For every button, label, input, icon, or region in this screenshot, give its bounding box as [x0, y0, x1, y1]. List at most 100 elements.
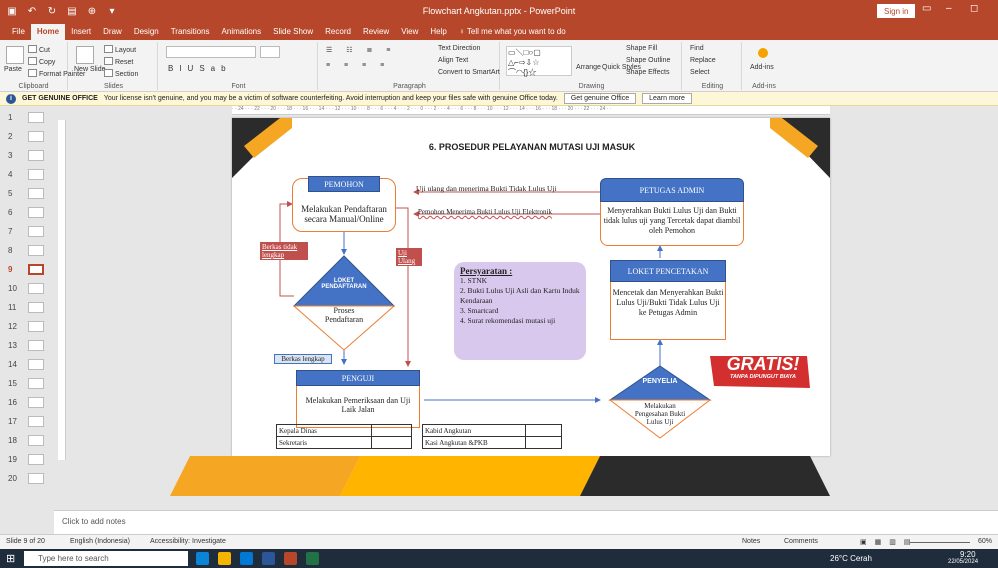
get-genuine-button[interactable]: Get genuine Office	[563, 93, 637, 104]
slide-thumbnail[interactable]: 5	[4, 186, 52, 202]
tab-insert[interactable]: Insert	[65, 24, 97, 40]
persyaratan-title: Persyaratan :	[460, 266, 513, 276]
comments-toggle[interactable]: Comments	[784, 538, 818, 545]
windows-start-icon[interactable]: ⊞	[6, 552, 15, 565]
font-format-buttons[interactable]: BIUSab	[168, 64, 232, 73]
slide-counter: Slide 9 of 20	[6, 538, 45, 545]
zoom-level[interactable]: 60%	[978, 538, 992, 545]
powerpoint-icon[interactable]	[284, 552, 297, 565]
shape-fill-button[interactable]: Shape Fill	[626, 45, 657, 52]
slide-number: 9	[8, 265, 13, 274]
slide-thumbnail[interactable]: 10	[4, 281, 52, 297]
align-text-button[interactable]: Align Text	[438, 57, 468, 64]
zoom-slider[interactable]	[910, 542, 970, 543]
paste-icon[interactable]	[6, 46, 24, 64]
tab-transitions[interactable]: Transitions	[165, 24, 216, 40]
store-icon[interactable]	[240, 552, 253, 565]
slide-thumbnail[interactable]: 13	[4, 338, 52, 354]
slide-thumbnail[interactable]: 17	[4, 414, 52, 430]
slide-thumbnail[interactable]: 9	[4, 262, 52, 278]
tab-view[interactable]: View	[395, 24, 424, 40]
taskbar-search[interactable]: Type here to search	[24, 551, 188, 566]
word-icon[interactable]	[262, 552, 275, 565]
clipboard-group: Paste Cut Copy Format Painter Clipboard	[0, 42, 85, 90]
ribbon-display-icon[interactable]: ▭	[922, 3, 931, 14]
slide-thumbnail[interactable]: 1	[4, 110, 52, 126]
new-slide-icon[interactable]	[76, 46, 94, 64]
learn-more-button[interactable]: Learn more	[642, 93, 692, 104]
tab-design[interactable]: Design	[128, 24, 165, 40]
slide-thumbnail[interactable]: 7	[4, 224, 52, 240]
list-buttons[interactable]: ☰ ☷ ≣ ≡	[326, 46, 396, 54]
slide-thumbnail[interactable]: 4	[4, 167, 52, 183]
tab-draw[interactable]: Draw	[97, 24, 128, 40]
restore-icon[interactable]: ◻	[970, 3, 978, 14]
file-explorer-icon[interactable]	[218, 552, 231, 565]
slide-thumbnail[interactable]: 6	[4, 205, 52, 221]
addins-icon[interactable]	[758, 48, 768, 58]
align-buttons[interactable]: ≡ ≡ ≡ ≡	[326, 62, 390, 69]
shape-effects-button[interactable]: Shape Effects	[626, 69, 669, 76]
tab-help[interactable]: Help	[424, 24, 452, 40]
editing-group: Find Replace Select Editing	[684, 42, 742, 90]
slide-thumbnail[interactable]: 8	[4, 243, 52, 259]
sign-in-button[interactable]: Sign in	[877, 4, 916, 18]
minimize-icon[interactable]: –	[946, 3, 952, 14]
sign-cell: Kepala Dinas	[276, 424, 372, 437]
new-slide-button[interactable]: New Slide	[74, 66, 106, 73]
slide-thumbnail[interactable]: 20	[4, 471, 52, 487]
paragraph-label: Paragraph	[393, 83, 426, 90]
slide-thumbnail[interactable]: 11	[4, 300, 52, 316]
text-direction-button[interactable]: Text Direction	[438, 45, 480, 52]
slide-thumbnail[interactable]: 3	[4, 148, 52, 164]
tab-slide-show[interactable]: Slide Show	[267, 24, 319, 40]
redo-icon[interactable]: ↻	[46, 6, 58, 17]
excel-icon[interactable]	[306, 552, 319, 565]
find-button[interactable]: Find	[690, 45, 704, 52]
tell-me-search[interactable]: ♀ Tell me what you want to do	[453, 24, 572, 40]
notes-pane[interactable]: Click to add notes	[54, 510, 998, 534]
paste-button[interactable]: Paste	[4, 66, 22, 73]
slide-thumbnail[interactable]: 18	[4, 433, 52, 449]
tab-home[interactable]: Home	[30, 24, 66, 40]
slide-thumbnail[interactable]: 12	[4, 319, 52, 335]
slide-thumbnail[interactable]: 16	[4, 395, 52, 411]
accessibility-status[interactable]: Accessibility: Investigate	[150, 538, 226, 545]
undo-icon[interactable]: ↶	[26, 6, 38, 17]
drawing-group: ▭＼□○▢ △⌐⇨⇩☆ ⌒◠{}☆ Arrange Quick Styles Sha…	[502, 42, 682, 90]
section-button[interactable]: Section	[104, 69, 138, 78]
slide-thumbnail[interactable]: 19	[4, 452, 52, 468]
language-status[interactable]: English (Indonesia)	[70, 538, 130, 545]
replace-button[interactable]: Replace	[690, 57, 716, 64]
shape-outline-button[interactable]: Shape Outline	[626, 57, 670, 64]
notes-toggle[interactable]: Notes	[742, 538, 760, 545]
clock-time[interactable]: 9:20	[960, 550, 976, 559]
tab-review[interactable]: Review	[357, 24, 395, 40]
present-icon[interactable]: ▤	[66, 6, 78, 17]
font-name-box[interactable]	[166, 46, 256, 58]
edge-icon[interactable]	[196, 552, 209, 565]
font-size-box[interactable]	[260, 46, 280, 58]
layout-button[interactable]: Layout	[104, 45, 136, 54]
copy-button[interactable]: Copy	[28, 57, 55, 66]
slide-canvas[interactable]: 6. PROSEDUR PELAYANAN MUTASI UJI MASUK P…	[232, 118, 830, 456]
weather-status[interactable]: 26°C Cerah	[830, 554, 872, 563]
slide-number: 4	[8, 170, 13, 179]
cut-button[interactable]: Cut	[28, 45, 50, 54]
reset-button[interactable]: Reset	[104, 57, 133, 66]
addins-button[interactable]: Add-ins	[750, 64, 774, 71]
tab-file[interactable]: File	[6, 24, 31, 40]
slide-thumbnail[interactable]: 15	[4, 376, 52, 392]
tab-record[interactable]: Record	[319, 24, 357, 40]
zoom-icon[interactable]: ⊕	[86, 6, 98, 17]
save-icon[interactable]: ▣	[6, 6, 18, 17]
slide-thumbnail[interactable]: 14	[4, 357, 52, 373]
select-button[interactable]: Select	[690, 69, 709, 76]
customize-icon[interactable]: ▾	[106, 6, 118, 17]
clock-date[interactable]: 22/05/2024	[948, 559, 978, 565]
slide-thumbnail[interactable]: 2	[4, 129, 52, 145]
arrange-button[interactable]: Arrange	[576, 64, 601, 71]
convert-smartart-button[interactable]: Convert to SmartArt	[438, 69, 500, 76]
tab-animations[interactable]: Animations	[216, 24, 268, 40]
shapes-gallery[interactable]: ▭＼□○▢ △⌐⇨⇩☆ ⌒◠{}☆	[506, 46, 572, 77]
